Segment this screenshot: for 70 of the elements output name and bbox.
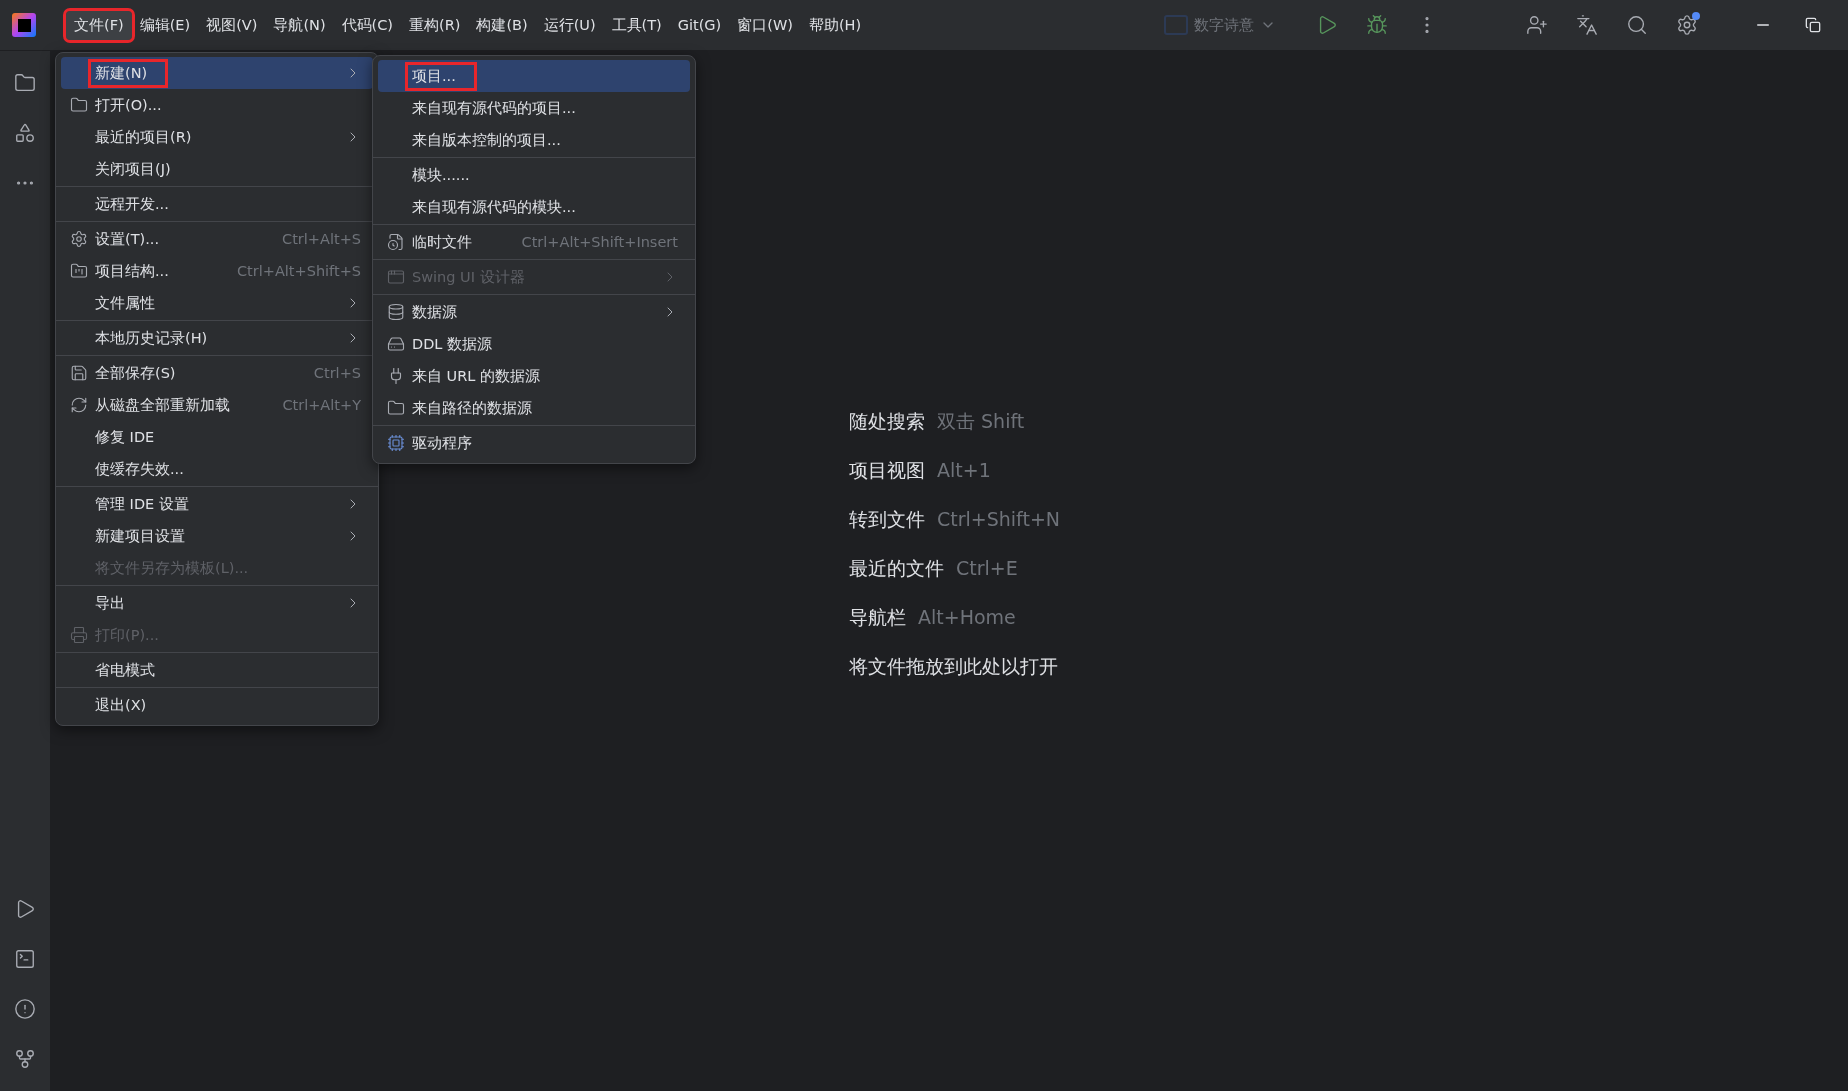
hint-text: 转到文件 <box>849 507 925 532</box>
driver-icon <box>387 434 405 452</box>
folder-grid-icon <box>70 262 88 280</box>
shortcut-text: Ctrl+Alt+S <box>281 231 361 247</box>
menu-item[interactable]: 本地历史记录(H) <box>61 322 373 354</box>
hint-text: 随处搜索 <box>849 409 925 434</box>
menu-item[interactable]: 驱动程序 <box>378 427 690 459</box>
menu-item[interactable]: 设置(T)... Ctrl+Alt+S <box>61 223 373 255</box>
shortcut-text: Alt+1 <box>937 458 991 483</box>
menu-item[interactable]: 退出(X) <box>61 689 373 721</box>
menu-item[interactable]: 来自现有源代码的模块... <box>378 191 690 223</box>
hint-text: 项目视图 <box>849 458 925 483</box>
menu-bar-item[interactable]: 导航(N) <box>265 10 334 40</box>
hint-text: 将文件拖放到此处以打开 <box>849 654 1058 679</box>
save-icon <box>70 364 88 382</box>
menu-item[interactable]: 来自路径的数据源 <box>378 392 690 424</box>
scratch-file-icon <box>387 233 405 251</box>
printer-icon <box>70 626 88 644</box>
menu-item[interactable]: 来自 URL 的数据源 <box>378 360 690 392</box>
menu-bar-item[interactable]: 运行(U) <box>535 10 604 40</box>
window-icon <box>387 268 405 286</box>
menu-bar-item[interactable]: 代码(C) <box>333 10 401 40</box>
folder-icon <box>70 96 88 114</box>
menu-item[interactable]: 关闭项目(J) <box>61 153 373 185</box>
menu-bar-item[interactable]: 编辑(E) <box>131 10 199 40</box>
menu-item[interactable]: 临时文件 Ctrl+Alt+Shift+Insert <box>378 226 690 258</box>
menu-item[interactable]: 项目结构... Ctrl+Alt+Shift+S <box>61 255 373 287</box>
menu-bar-item[interactable]: 文件(F) <box>66 10 132 40</box>
settings-icon <box>70 230 88 248</box>
menu-item[interactable]: 来自现有源代码的项目... <box>378 92 690 124</box>
menu-item[interactable]: 模块...... <box>378 159 690 191</box>
menu-bar-item[interactable]: 视图(V) <box>198 10 266 40</box>
menu-item[interactable]: 全部保存(S) Ctrl+S <box>61 357 373 389</box>
shortcut-text: Alt+Home <box>918 605 1016 630</box>
menu-item[interactable]: 远程开发... <box>61 188 373 220</box>
hint-text: 最近的文件 <box>849 556 944 581</box>
shortcut-text: Ctrl+Shift+N <box>937 507 1061 532</box>
menu-bar-item[interactable]: 工具(T) <box>603 10 670 40</box>
menu-item[interactable]: 修复 IDE <box>61 421 373 453</box>
ddl-database-icon <box>387 335 405 353</box>
menu-bar-item[interactable]: 窗口(W) <box>729 10 801 40</box>
menu-item[interactable]: 新建(N) <box>61 57 373 89</box>
menu-bar-item[interactable]: 构建(B) <box>468 10 536 40</box>
menu-bar-item[interactable]: 帮助(H) <box>800 10 870 40</box>
menu-item[interactable]: DDL 数据源 <box>378 328 690 360</box>
menu-item[interactable]: 导出 <box>61 587 373 619</box>
shortcut-text: Ctrl+Alt+Shift+Insert <box>520 234 678 250</box>
database-icon <box>387 303 405 321</box>
menu-item[interactable]: 省电模式 <box>61 654 373 686</box>
shortcut-text: 双击 Shift <box>937 409 1025 434</box>
menu-item[interactable]: 使缓存失效... <box>61 453 373 485</box>
reload-icon <box>70 396 88 414</box>
menu-item[interactable]: 管理 IDE 设置 <box>61 488 373 520</box>
menu-item[interactable]: 打开(O)... <box>61 89 373 121</box>
folder-icon <box>387 399 405 417</box>
menu-item[interactable]: 来自版本控制的项目... <box>378 124 690 156</box>
menu-item[interactable]: 项目... <box>378 60 690 92</box>
menu-item[interactable]: 最近的项目(R) <box>61 121 373 153</box>
menu-item[interactable]: 新建项目设置 <box>61 520 373 552</box>
menu-bar-item[interactable]: 重构(R) <box>401 10 469 40</box>
shortcut-text: Ctrl+E <box>956 556 1018 581</box>
app-logo-icon <box>12 13 36 37</box>
menu-item[interactable]: 从磁盘全部重新加载 Ctrl+Alt+Y <box>61 389 373 421</box>
shortcut-text: Ctrl+Alt+Y <box>281 397 361 413</box>
hint-text: 导航栏 <box>849 605 906 630</box>
menu-item[interactable]: 文件属性 <box>61 287 373 319</box>
shortcut-text: Ctrl+S <box>312 365 361 381</box>
menu-item[interactable]: 数据源 <box>378 296 690 328</box>
menu-bar-item[interactable]: Git(G) <box>669 12 730 38</box>
shortcut-text: Ctrl+Alt+Shift+S <box>235 263 361 279</box>
